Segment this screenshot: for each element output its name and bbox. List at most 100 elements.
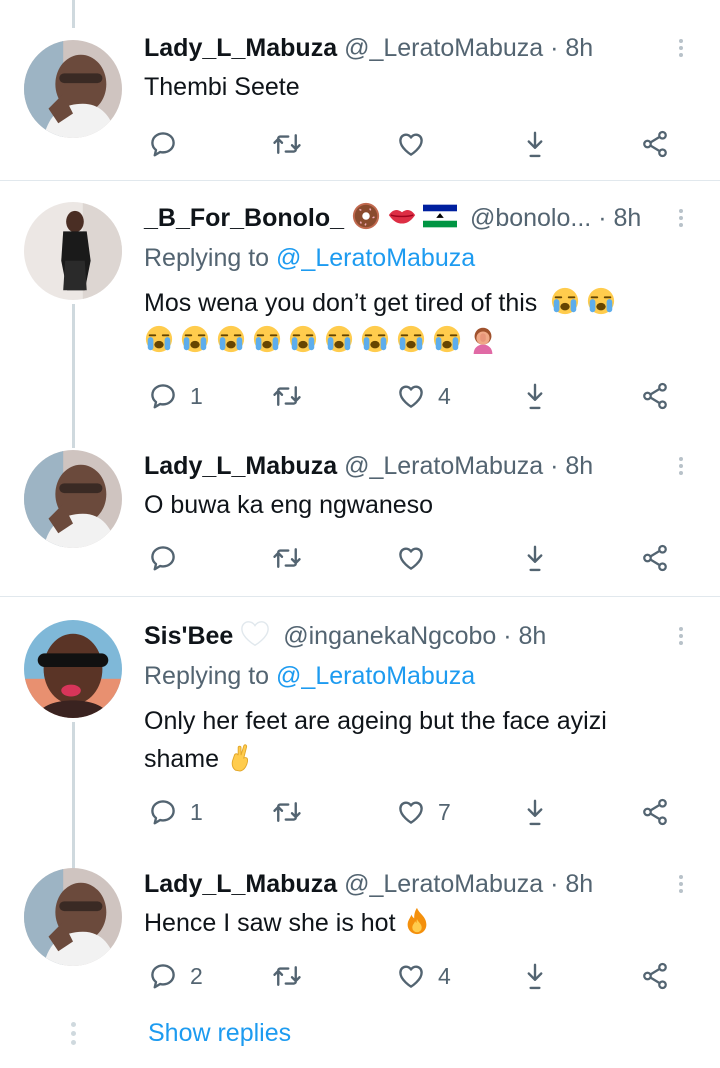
reply-button[interactable]: 1 — [148, 376, 203, 416]
timestamp[interactable]: · 8h — [550, 870, 593, 898]
avatar[interactable] — [24, 620, 122, 718]
tweet-header: Lady_L_Mabuza @_LeratoMabuza · 8h — [144, 30, 593, 66]
timestamp[interactable]: · 8h — [550, 452, 593, 480]
display-name[interactable]: Lady_L_Mabuza — [144, 34, 337, 62]
share-icon — [640, 797, 670, 827]
timestamp[interactable]: · 8h — [550, 34, 593, 62]
display-name[interactable]: Lady_L_Mabuza — [144, 452, 337, 480]
more-icon[interactable] — [672, 624, 690, 652]
username[interactable]: @bonolo... — [470, 204, 591, 232]
share-button[interactable] — [640, 792, 670, 832]
retweet-button[interactable] — [272, 956, 302, 996]
tweet-text: Thembi Seete — [144, 73, 300, 101]
like-button[interactable] — [396, 124, 438, 164]
bookmark-icon — [520, 381, 550, 411]
like-button[interactable] — [396, 538, 426, 578]
retweet-icon — [272, 797, 302, 827]
avatar[interactable] — [24, 202, 122, 300]
share-button[interactable] — [640, 956, 670, 996]
tweet-2[interactable]: _B_For_Bonolo_ @bonolo... · 8h Replying … — [0, 200, 720, 440]
thread-line — [72, 0, 75, 28]
reply-icon — [148, 543, 178, 573]
retweet-button[interactable] — [272, 538, 302, 578]
retweet-icon — [272, 129, 302, 159]
retweet-icon — [272, 961, 302, 991]
timestamp[interactable]: · 8h — [503, 622, 546, 650]
reply-icon — [148, 381, 178, 411]
share-icon — [640, 129, 670, 159]
action-bar: 1 4 — [144, 376, 684, 416]
fire-emoji — [402, 906, 432, 936]
like-count: 4 — [438, 962, 451, 989]
tweet-text: Hence I saw she is hot — [144, 904, 684, 942]
retweet-button[interactable] — [272, 792, 302, 832]
tweet-text: O buwa ka eng ngwaneso — [144, 491, 434, 519]
share-button[interactable] — [640, 538, 670, 578]
reply-button[interactable] — [148, 124, 190, 164]
lesotho-flag-emoji — [423, 201, 457, 231]
retweet-button[interactable] — [272, 124, 302, 164]
more-icon[interactable] — [672, 206, 690, 234]
tweet-header: _B_For_Bonolo_ @bonolo... · 8h — [144, 200, 641, 236]
reply-button[interactable]: 2 — [148, 956, 203, 996]
tweet-4[interactable]: Sis'Bee @inganekaNgcobo · 8h Replying to… — [0, 618, 720, 858]
crossed-fingers-emoji — [226, 742, 256, 772]
share-icon — [640, 961, 670, 991]
tweet-5[interactable]: Lady_L_Mabuza @_LeratoMabuza · 8h Hence … — [0, 866, 720, 1006]
timestamp[interactable]: · 8h — [598, 204, 641, 232]
tweet-3[interactable]: Lady_L_Mabuza @_LeratoMabuza · 8h O buwa… — [0, 448, 720, 593]
tweet-header: Sis'Bee @inganekaNgcobo · 8h — [144, 618, 546, 654]
crying-face-emoji — [216, 324, 246, 354]
tweet-text-line2: shame — [144, 745, 220, 773]
username[interactable]: @_LeratoMabuza — [344, 34, 543, 62]
reply-button[interactable]: 1 — [148, 792, 203, 832]
reply-count: 1 — [190, 382, 203, 409]
like-count: 4 — [438, 382, 451, 409]
reply-count: 1 — [190, 798, 203, 825]
replying-to: Replying to @_LeratoMabuza — [144, 240, 475, 276]
reply-icon — [148, 961, 178, 991]
bookmark-button[interactable] — [520, 376, 550, 416]
retweet-icon — [272, 381, 302, 411]
like-button[interactable]: 4 — [396, 376, 451, 416]
reply-button[interactable] — [148, 538, 178, 578]
share-button[interactable] — [640, 376, 670, 416]
tweet-1[interactable]: Lady_L_Mabuza @_LeratoMabuza · 8h Thembi… — [0, 30, 720, 180]
reply-icon — [148, 797, 178, 827]
bookmark-icon — [520, 961, 550, 991]
display-name[interactable]: _B_For_Bonolo_ — [144, 204, 344, 232]
display-name[interactable]: Sis'Bee — [144, 622, 233, 650]
mention-link[interactable]: @_LeratoMabuza — [276, 662, 475, 690]
avatar[interactable] — [24, 40, 122, 138]
action-bar — [144, 538, 684, 578]
crying-face-emoji — [396, 324, 426, 354]
username[interactable]: @_LeratoMabuza — [344, 870, 543, 898]
thread-continuation-dots — [68, 1018, 78, 1049]
show-replies-link[interactable]: Show replies — [148, 1015, 291, 1051]
like-icon — [396, 961, 426, 991]
more-icon[interactable] — [672, 36, 690, 64]
more-icon[interactable] — [672, 454, 690, 482]
display-name[interactable]: Lady_L_Mabuza — [144, 870, 337, 898]
bookmark-button[interactable] — [520, 792, 550, 832]
share-button[interactable] — [640, 124, 670, 164]
more-icon[interactable] — [672, 872, 690, 900]
divider — [0, 180, 720, 181]
mention-link[interactable]: @_LeratoMabuza — [276, 244, 475, 272]
bookmark-button[interactable] — [520, 124, 550, 164]
like-button[interactable]: 4 — [396, 956, 451, 996]
doughnut-emoji — [351, 201, 381, 231]
bookmark-button[interactable] — [520, 956, 550, 996]
username[interactable]: @_LeratoMabuza — [344, 452, 543, 480]
woman-facepalming-emoji — [468, 324, 498, 354]
bookmark-icon — [520, 129, 550, 159]
bookmark-button[interactable] — [520, 538, 550, 578]
avatar[interactable] — [24, 450, 122, 548]
tweet-header: Lady_L_Mabuza @_LeratoMabuza · 8h — [144, 448, 593, 484]
crying-face-emoji — [360, 324, 390, 354]
avatar[interactable] — [24, 868, 122, 966]
crying-face-emoji — [144, 324, 174, 354]
username[interactable]: @inganekaNgcobo — [283, 622, 496, 650]
like-button[interactable]: 7 — [396, 792, 451, 832]
retweet-button[interactable] — [272, 376, 302, 416]
